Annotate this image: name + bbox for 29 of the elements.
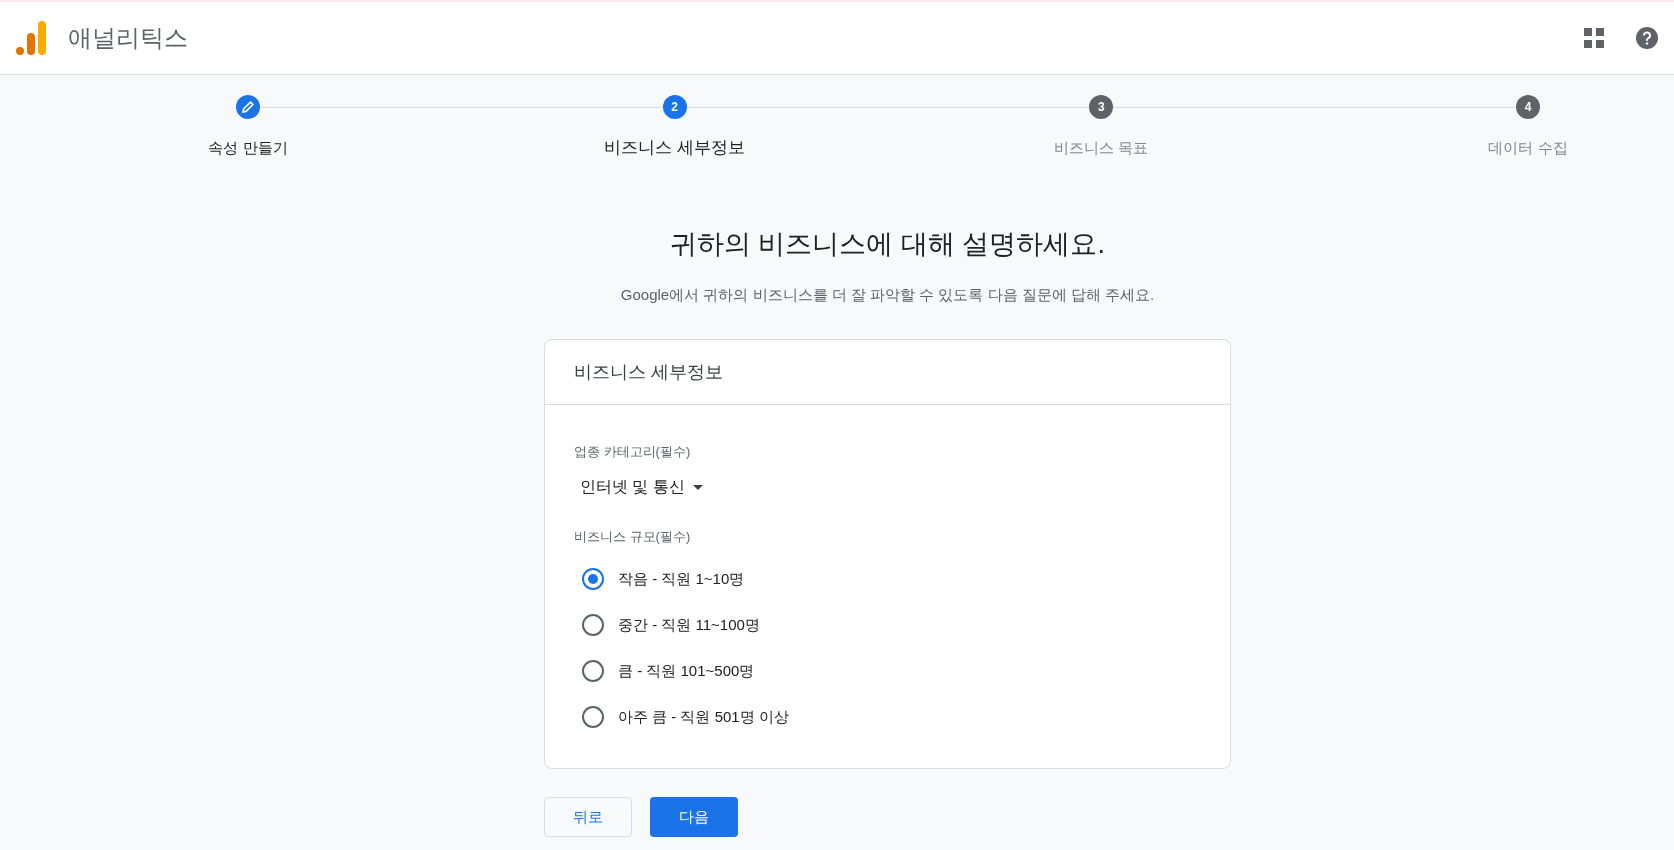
card-title: 비즈니스 세부정보 xyxy=(545,340,1230,405)
step-label[interactable]: 비즈니스 목표 xyxy=(1054,139,1149,158)
step-label[interactable]: 데이터 수집 xyxy=(1488,139,1568,158)
help-icon[interactable] xyxy=(1636,27,1658,49)
radio-button[interactable] xyxy=(582,614,604,636)
radio-label[interactable]: 중간 - 직원 11~100명 xyxy=(618,615,760,635)
field-label: 비즈니스 규모(필수) xyxy=(574,528,692,546)
page-description: Google에서 귀하의 비즈니스를 더 잘 파악할 수 있도록 다음 질문에 답해 주세요. xyxy=(619,286,1156,305)
step-label[interactable]: 비즈니스 세부정보 xyxy=(604,136,746,159)
radio-button[interactable] xyxy=(582,660,604,682)
next-button[interactable]: 다음 xyxy=(650,797,738,837)
radio-label[interactable]: 큼 - 직원 101~500명 xyxy=(618,661,755,681)
apps-grid-icon[interactable] xyxy=(1584,28,1604,48)
field-label: 업종 카테고리(필수) xyxy=(574,443,692,461)
back-button[interactable]: 뒤로 xyxy=(544,797,632,837)
step-number: 2 xyxy=(662,95,687,119)
page-heading: 귀하의 비즈니스에 대해 설명하세요. xyxy=(669,228,1106,261)
radio-button[interactable] xyxy=(582,568,604,590)
step-number: 3 xyxy=(1089,95,1114,119)
step-label[interactable]: 속성 만들기 xyxy=(208,139,288,158)
radio-label[interactable]: 작음 - 직원 1~10명 xyxy=(618,569,745,589)
step-number: 4 xyxy=(1516,95,1540,119)
dropdown-caret-icon xyxy=(692,485,703,490)
pencil-icon xyxy=(242,101,254,113)
industry-dropdown[interactable]: 인터넷 및 통신 xyxy=(580,473,703,502)
analytics-logo-icon xyxy=(16,21,46,55)
radio-label[interactable]: 아주 큼 - 직원 501명 이상 xyxy=(618,707,789,727)
app-title: 애널리틱스 xyxy=(68,23,188,53)
radio-button[interactable] xyxy=(582,706,604,728)
